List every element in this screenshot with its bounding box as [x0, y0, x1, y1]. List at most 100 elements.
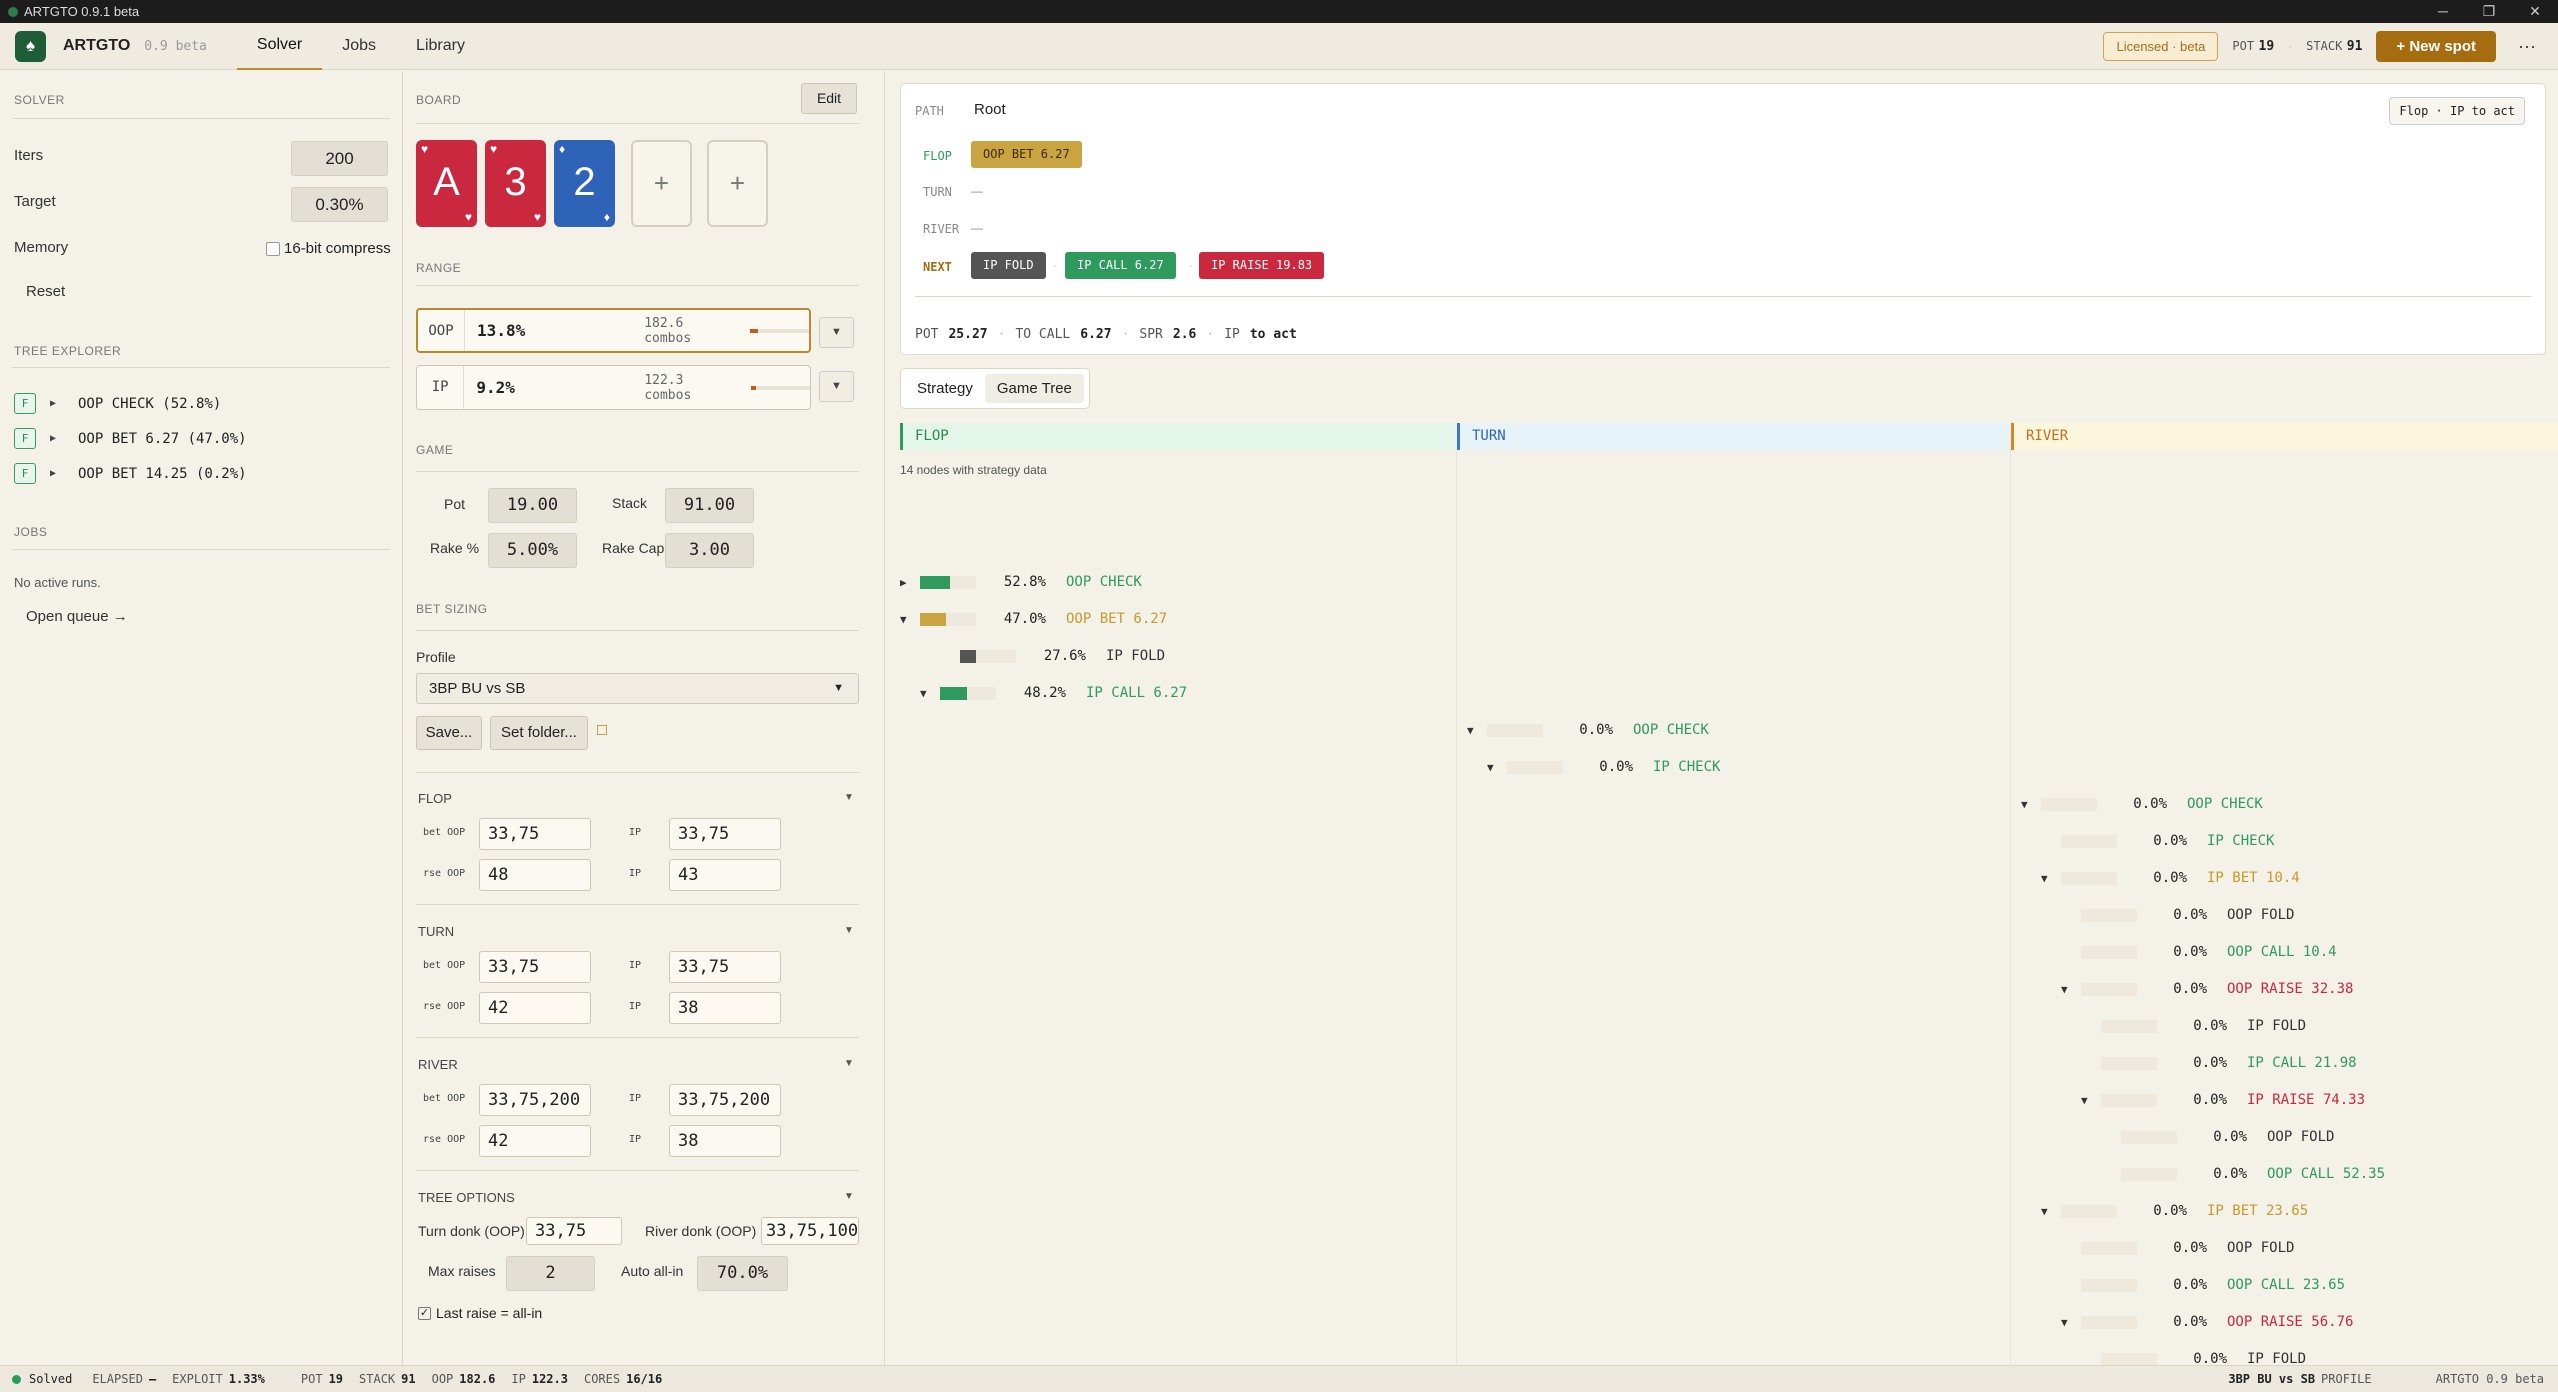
expand-toggle-icon[interactable]: ▼	[2061, 983, 2081, 996]
tree-node-row[interactable]: ▼ 0.0% IP BET 23.65	[2041, 1200, 2308, 1222]
turn-bet-ip-input[interactable]: 33,75	[669, 951, 781, 983]
strategy-bar	[2101, 1093, 2157, 1107]
flop-action-chip[interactable]: OOP BET 6.27	[971, 141, 1082, 168]
tab-game-tree[interactable]: Game Tree	[984, 374, 1084, 403]
reset-button[interactable]: Reset	[26, 283, 65, 300]
more-menu-icon[interactable]: ···	[2510, 36, 2544, 57]
turn-donk-input[interactable]: 33,75	[526, 1217, 622, 1245]
expand-icon[interactable]: ▶	[50, 468, 64, 479]
expand-toggle-icon[interactable]: ▼	[2081, 1094, 2101, 1107]
iters-input[interactable]: 200	[291, 141, 388, 176]
board-title: BOARD	[416, 93, 462, 107]
pot-input[interactable]: 19.00	[488, 488, 577, 523]
board-card[interactable]: ♥ 3 ♥	[485, 140, 546, 227]
tree-item[interactable]: F ▶ OOP CHECK (52.8%)	[14, 393, 221, 414]
tree-node-row[interactable]: ▼ 0.0% OOP CHECK	[1467, 719, 1709, 741]
auto-allin-input[interactable]: 70.0%	[697, 1256, 788, 1291]
oop-range-field[interactable]: OOP 13.8% 182.6 combos	[416, 308, 811, 353]
tree-node-row[interactable]: 0.0% IP CHECK	[2041, 830, 2274, 852]
river-bet-ip-input[interactable]: 33,75,200	[669, 1084, 781, 1116]
tree-node-row[interactable]: 0.0% OOP CALL 10.4	[2061, 941, 2337, 963]
add-turn-card-button[interactable]: +	[631, 140, 692, 227]
ip-range-dropdown[interactable]: ▼	[819, 371, 854, 402]
river-rse-oop-input[interactable]: 42	[479, 1125, 591, 1157]
tab-library[interactable]: Library	[396, 23, 485, 70]
save-profile-button[interactable]: Save...	[416, 716, 482, 750]
tree-node-row[interactable]: ▶ 52.8% OOP CHECK	[900, 571, 1142, 593]
expand-toggle-icon[interactable]: ▼	[2061, 1316, 2081, 1329]
tree-node-row[interactable]: ▼ 0.0% IP CHECK	[1487, 756, 1720, 778]
close-icon[interactable]: ✕	[2512, 3, 2558, 20]
license-badge[interactable]: Licensed · beta	[2103, 31, 2219, 61]
open-queue-link[interactable]: Open queue →	[26, 608, 128, 625]
board-card[interactable]: ♥ A ♥	[416, 140, 477, 227]
tree-item[interactable]: F ▶ OOP BET 6.27 (47.0%)	[14, 428, 247, 449]
expand-icon[interactable]: ▶	[50, 433, 64, 444]
oop-range-dropdown[interactable]: ▼	[819, 317, 854, 348]
rake-cap-input[interactable]: 3.00	[665, 533, 754, 568]
tree-node-row[interactable]: 0.0% IP CALL 21.98	[2081, 1052, 2357, 1074]
window-titlebar: ARTGTO 0.9.1 beta ─ ❐ ✕	[0, 0, 2558, 23]
tree-node-row[interactable]: 0.0% IP FOLD	[2081, 1015, 2306, 1037]
set-folder-button[interactable]: Set folder...	[490, 716, 588, 750]
tab-solver[interactable]: Solver	[236, 23, 323, 70]
flop-rse-oop-input[interactable]: 48	[479, 859, 591, 891]
turn-bet-oop-input[interactable]: 33,75	[479, 951, 591, 983]
next-action-ip-raise[interactable]: IP RAISE 19.83	[1199, 252, 1325, 279]
collapse-flop-icon[interactable]: ▼	[844, 792, 854, 803]
tab-jobs[interactable]: Jobs	[322, 23, 396, 70]
max-raises-input[interactable]: 2	[506, 1256, 595, 1291]
tree-node-row[interactable]: ▼ 48.2% IP CALL 6.27	[920, 682, 1187, 704]
collapse-turn-icon[interactable]: ▼	[844, 925, 854, 936]
tree-node-row[interactable]: 0.0% OOP FOLD	[2061, 1237, 2294, 1259]
minimize-icon[interactable]: ─	[2420, 3, 2466, 20]
maximize-icon[interactable]: ❐	[2466, 3, 2512, 20]
tree-node-row[interactable]: ▼ 47.0% OOP BET 6.27	[900, 608, 1167, 630]
tree-node-row[interactable]: ▼ 0.0% IP RAISE 74.33	[2081, 1089, 2365, 1111]
turn-rse-ip-input[interactable]: 38	[669, 992, 781, 1024]
expand-toggle-icon[interactable]: ▼	[900, 613, 920, 626]
river-bet-oop-input[interactable]: 33,75,200	[479, 1084, 591, 1116]
compress-checkbox[interactable]	[266, 241, 280, 256]
target-input[interactable]: 0.30%	[291, 187, 388, 222]
tree-item[interactable]: F ▶ OOP BET 14.25 (0.2%)	[14, 463, 247, 484]
profile-select[interactable]: 3BP BU vs SB ▼	[416, 673, 859, 704]
edit-board-button[interactable]: Edit	[801, 83, 857, 114]
tree-node-row[interactable]: ▼ 0.0% OOP RAISE 56.76	[2061, 1311, 2353, 1333]
path-root[interactable]: Root	[974, 101, 1006, 118]
tree-node-row[interactable]: ▼ 0.0% IP BET 10.4	[2041, 867, 2300, 889]
next-action-ip-fold[interactable]: IP FOLD	[971, 252, 1046, 279]
rake-input[interactable]: 5.00%	[488, 533, 577, 568]
expand-toggle-icon[interactable]: ▼	[1467, 724, 1487, 737]
expand-toggle-icon[interactable]: ▼	[2021, 798, 2041, 811]
tree-node-row[interactable]: 0.0% OOP FOLD	[2061, 904, 2294, 926]
collapse-tree-options-icon[interactable]: ▼	[844, 1191, 854, 1202]
turn-rse-oop-input[interactable]: 42	[479, 992, 591, 1024]
expand-icon[interactable]: ▶	[50, 398, 64, 409]
flop-bet-oop-input[interactable]: 33,75	[479, 818, 591, 850]
tree-node-row[interactable]: 0.0% OOP CALL 23.65	[2061, 1274, 2345, 1296]
river-donk-input[interactable]: 33,75,100	[761, 1217, 859, 1245]
tree-node-row[interactable]: ▼ 0.0% OOP CHECK	[2021, 793, 2263, 815]
tree-node-row[interactable]: 27.6% IP FOLD	[940, 645, 1165, 667]
flop-bet-ip-input[interactable]: 33,75	[669, 818, 781, 850]
tree-node-row[interactable]: 0.0% OOP FOLD	[2101, 1126, 2334, 1148]
last-raise-checkbox[interactable]: ✓	[418, 1306, 431, 1320]
expand-toggle-icon[interactable]: ▼	[920, 687, 940, 700]
board-card[interactable]: ♦ 2 ♦	[554, 140, 615, 227]
tab-strategy[interactable]: Strategy	[905, 374, 985, 403]
expand-toggle-icon[interactable]: ▼	[2041, 872, 2061, 885]
flop-rse-ip-input[interactable]: 43	[669, 859, 781, 891]
expand-toggle-icon[interactable]: ▶	[900, 576, 920, 589]
collapse-river-icon[interactable]: ▼	[844, 1058, 854, 1069]
next-action-ip-call[interactable]: IP CALL 6.27	[1065, 252, 1176, 279]
expand-toggle-icon[interactable]: ▼	[2041, 1205, 2061, 1218]
new-spot-button[interactable]: + New spot	[2376, 30, 2497, 62]
add-river-card-button[interactable]: +	[707, 140, 768, 227]
tree-node-row[interactable]: ▼ 0.0% OOP RAISE 32.38	[2061, 978, 2353, 1000]
tree-node-row[interactable]: 0.0% OOP CALL 52.35	[2101, 1163, 2385, 1185]
ip-range-field[interactable]: IP 9.2% 122.3 combos	[416, 365, 811, 410]
river-rse-ip-input[interactable]: 38	[669, 1125, 781, 1157]
expand-toggle-icon[interactable]: ▼	[1487, 761, 1507, 774]
stack-input[interactable]: 91.00	[665, 488, 754, 523]
